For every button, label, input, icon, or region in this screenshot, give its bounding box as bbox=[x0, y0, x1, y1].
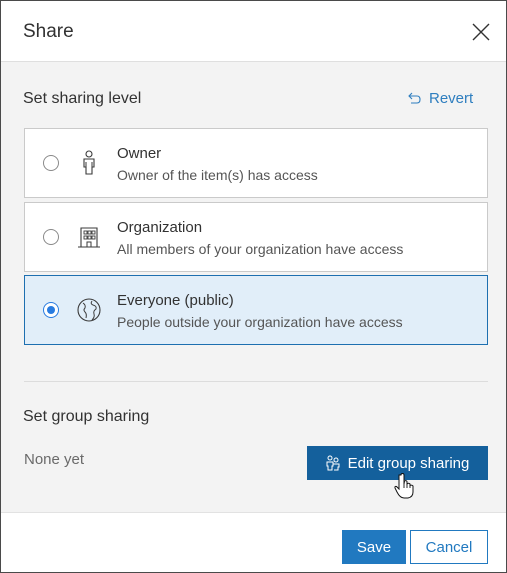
organization-description: All members of your organization have ac… bbox=[117, 241, 404, 257]
group-sharing-status: None yet bbox=[24, 451, 85, 468]
owner-title: Owner bbox=[117, 145, 162, 162]
person-icon bbox=[83, 150, 95, 175]
edit-group-sharing-label: Edit group sharing bbox=[347, 454, 470, 472]
owner-description: Owner of the item(s) has access bbox=[117, 167, 318, 183]
close-x-icon bbox=[472, 23, 490, 41]
globe-icon bbox=[77, 298, 101, 322]
undo-arrow-icon bbox=[408, 92, 421, 104]
users-icon bbox=[326, 455, 340, 471]
hand-pointer-cursor-icon bbox=[394, 473, 414, 499]
organization-title: Organization bbox=[117, 219, 203, 236]
group-sharing-label: Set group sharing bbox=[23, 408, 150, 425]
share-dialog: Share Set sharing level Revert Owner Own… bbox=[0, 0, 507, 573]
everyone-title: Everyone (public) bbox=[117, 292, 234, 309]
sharing-level-label: Set sharing level bbox=[23, 90, 142, 107]
section-divider bbox=[24, 381, 488, 382]
cancel-button[interactable]: Cancel bbox=[410, 530, 488, 564]
dialog-footer: Save Cancel bbox=[1, 512, 506, 572]
dialog-title: Share bbox=[23, 21, 74, 42]
everyone-radio[interactable] bbox=[43, 302, 59, 318]
revert-button[interactable]: Revert bbox=[408, 90, 473, 107]
owner-radio[interactable] bbox=[43, 155, 59, 171]
close-button[interactable] bbox=[470, 21, 492, 43]
dialog-header: Share bbox=[1, 1, 506, 62]
organization-radio[interactable] bbox=[43, 229, 59, 245]
everyone-description: People outside your organization have ac… bbox=[117, 314, 403, 330]
sharing-option-owner[interactable]: Owner Owner of the item(s) has access bbox=[24, 128, 488, 198]
revert-label: Revert bbox=[429, 90, 474, 107]
building-icon bbox=[78, 227, 100, 248]
sharing-option-organization[interactable]: Organization All members of your organiz… bbox=[24, 202, 488, 272]
sharing-option-everyone[interactable]: Everyone (public) People outside your or… bbox=[24, 275, 488, 345]
save-button[interactable]: Save bbox=[342, 530, 406, 564]
